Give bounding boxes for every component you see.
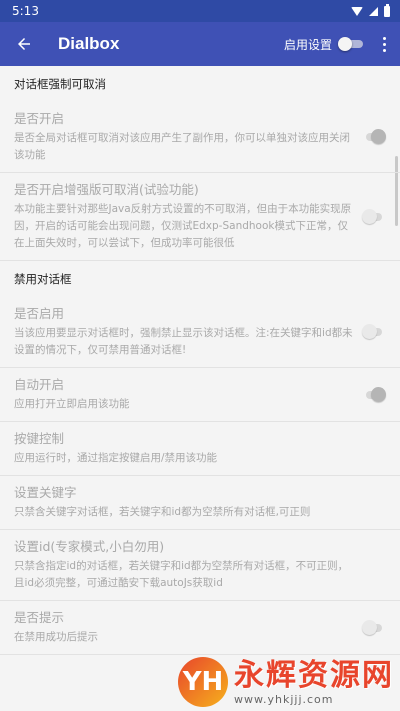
- enable-settings-switch[interactable]: [338, 36, 366, 52]
- watermark-name: 永辉资源网: [234, 657, 394, 693]
- more-options-button[interactable]: [374, 28, 394, 60]
- setting-title: 是否开启: [14, 111, 65, 126]
- section-header-force-cancel: 对话框强制可取消: [14, 77, 106, 91]
- setting-description: 是否全局对话框可取消对该应用产生了副作用，你可以单独对该应用关闭该功能: [14, 132, 350, 161]
- watermark: YH 永辉资源网 www.yhkjjj.com: [178, 657, 394, 707]
- setting-title: 设置关键字: [14, 485, 77, 500]
- setting-switch[interactable]: [362, 324, 384, 340]
- app-bar: Dialbox 启用设置: [0, 22, 400, 66]
- setting-description: 应用打开立即启用该功能: [14, 398, 130, 410]
- setting-key-control[interactable]: 按键控制 应用运行时，通过指定按键启用/禁用该功能: [0, 422, 400, 476]
- setting-description: 应用运行时，通过指定按键启用/禁用该功能: [14, 452, 218, 464]
- back-button[interactable]: [8, 28, 40, 60]
- setting-enhanced-cancel[interactable]: 是否开启增强版可取消(试验功能) 本功能主要针对那些Java反射方式设置的不可取…: [0, 173, 400, 261]
- status-time: 5:13: [12, 4, 39, 18]
- battery-icon: [384, 3, 390, 17]
- app-title: Dialbox: [58, 34, 120, 53]
- setting-auto-start[interactable]: 自动开启 应用打开立即启用该功能: [0, 368, 400, 422]
- setting-description: 在禁用成功后提示: [14, 631, 98, 643]
- setting-keywords[interactable]: 设置关键字 只禁含关键字对话框，若关键字和id都为空禁所有对话框,可正则: [0, 476, 400, 530]
- watermark-text: 永辉资源网 www.yhkjjj.com: [234, 657, 394, 706]
- section-header-disable-dialog: 禁用对话框: [14, 272, 72, 286]
- arrow-left-icon: [18, 38, 30, 50]
- setting-switch[interactable]: [362, 619, 384, 636]
- setting-switch[interactable]: [364, 129, 386, 145]
- setting-description: 本功能主要针对那些Java反射方式设置的不可取消，但由于本功能实现原因，开启的话…: [14, 203, 352, 249]
- setting-description: 只禁含指定id的对话框，若关键字和id都为空禁所有对话框，不可正则，且id必须完…: [14, 560, 349, 589]
- watermark-url: www.yhkjjj.com: [234, 692, 334, 706]
- wifi-icon: [351, 6, 363, 16]
- setting-show-hint[interactable]: 是否提示 在禁用成功后提示: [0, 601, 400, 655]
- status-icons: [351, 3, 390, 17]
- setting-description: 当该应用要显示对话框时，强制禁止显示该对话框。注:在关键字和id都未设置的情况下…: [14, 327, 353, 356]
- status-bar: 5:13: [0, 0, 400, 22]
- setting-disable-enable[interactable]: 是否启用 当该应用要显示对话框时，强制禁止显示该对话框。注:在关键字和id都未设…: [0, 297, 400, 368]
- setting-title: 按键控制: [14, 431, 65, 446]
- setting-switch[interactable]: [364, 386, 386, 403]
- setting-title: 自动开启: [14, 377, 65, 392]
- more-dot-icon: [382, 36, 386, 40]
- setting-switch[interactable]: [362, 208, 384, 225]
- setting-description: 只禁含关键字对话框，若关键字和id都为空禁所有对话框,可正则: [14, 506, 311, 518]
- setting-title: 是否开启增强版可取消(试验功能): [14, 182, 199, 197]
- more-dot-icon: [382, 42, 386, 46]
- watermark-logo-icon: YH: [178, 657, 228, 707]
- setting-title: 是否启用: [14, 306, 65, 321]
- setting-force-cancel-enable[interactable]: 是否开启 是否全局对话框可取消对该应用产生了副作用，你可以单独对该应用关闭该功能: [0, 102, 400, 173]
- setting-dialog-id[interactable]: 设置id(专家模式,小白勿用) 只禁含指定id的对话框，若关键字和id都为空禁所…: [0, 530, 400, 601]
- setting-title: 是否提示: [14, 610, 65, 625]
- settings-list: 对话框强制可取消 是否开启 是否全局对话框可取消对该应用产生了副作用，你可以单独…: [0, 66, 400, 655]
- setting-title: 设置id(专家模式,小白勿用): [14, 539, 165, 554]
- more-dot-icon: [382, 48, 386, 52]
- switch-thumb: [338, 37, 352, 51]
- signal-icon: [369, 6, 378, 16]
- enable-settings-label: 启用设置: [283, 37, 332, 52]
